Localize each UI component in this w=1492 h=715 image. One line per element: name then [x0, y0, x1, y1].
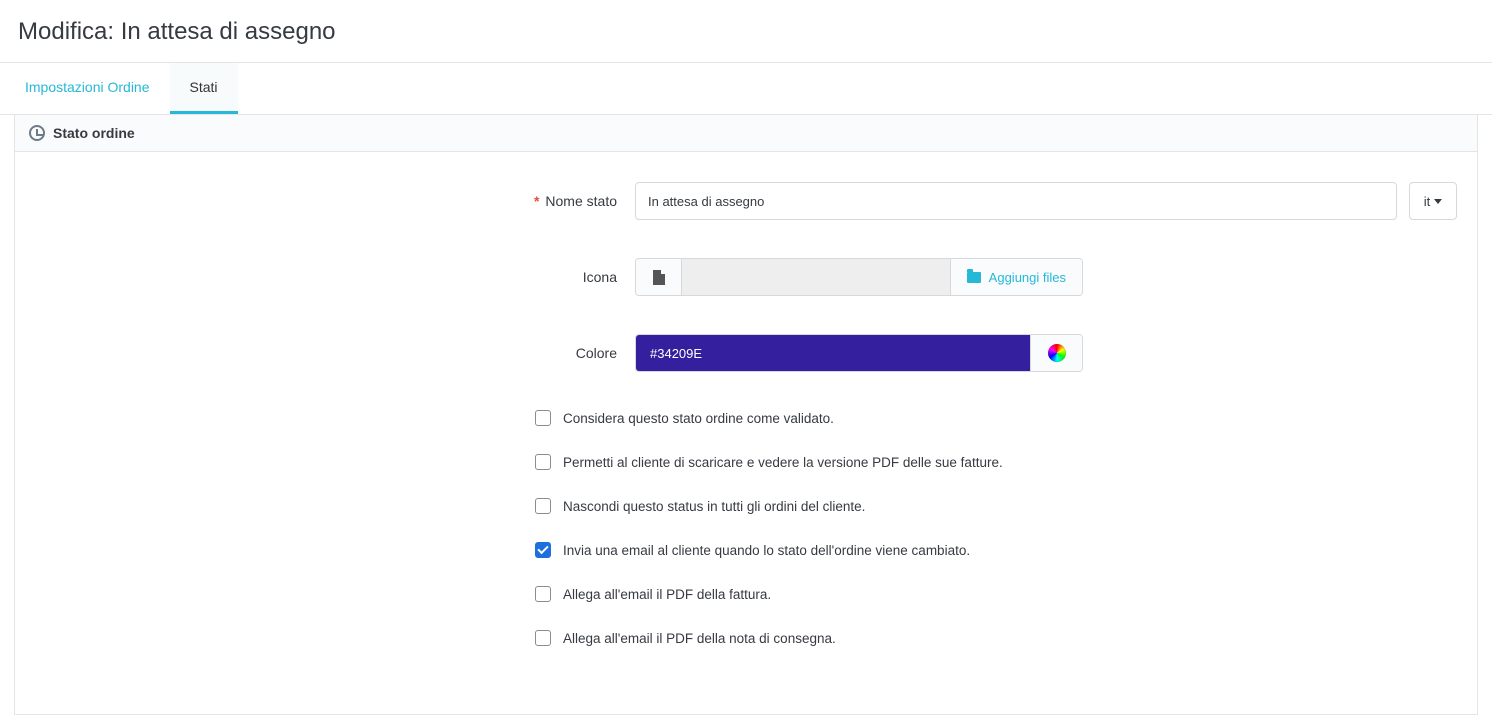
icon-file-input[interactable]: [682, 259, 950, 295]
checkbox-label-send-email: Invia una email al cliente quando lo sta…: [563, 543, 970, 558]
panel-body: * Nome stato it Icona: [14, 152, 1478, 715]
label-text-icon: Icona: [583, 269, 617, 285]
language-selector-button[interactable]: it: [1409, 182, 1457, 220]
panel-title: Stato ordine: [53, 125, 135, 141]
language-code: it: [1424, 194, 1431, 209]
checkbox-row-validated: Considera questo stato ordine come valid…: [535, 410, 1457, 426]
checkbox-row-pdf-download: Permetti al cliente di scaricare e veder…: [535, 454, 1457, 470]
checkbox-send-email[interactable]: [535, 542, 551, 558]
panel-order-status: Stato ordine * Nome stato it Icona: [14, 115, 1478, 715]
color-wheel-icon: [1048, 344, 1066, 362]
checkbox-row-attach-delivery: Allega all'email il PDF della nota di co…: [535, 630, 1457, 646]
row-icon: Icona Aggiungi files: [35, 258, 1457, 296]
checkbox-attach-delivery[interactable]: [535, 630, 551, 646]
label-text-color: Colore: [576, 345, 617, 361]
file-icon: [653, 270, 665, 285]
checkbox-validated[interactable]: [535, 410, 551, 426]
icon-input-group: Aggiungi files: [635, 258, 1083, 296]
clock-icon: [29, 125, 45, 141]
tabs: Impostazioni Ordine Stati: [0, 62, 1492, 115]
checkbox-attach-invoice[interactable]: [535, 586, 551, 602]
panel-header: Stato ordine: [14, 115, 1478, 152]
checkbox-row-hide-status: Nascondi questo status in tutti gli ordi…: [535, 498, 1457, 514]
label-text-status-name: Nome stato: [545, 193, 617, 209]
add-files-label: Aggiungi files: [989, 270, 1066, 285]
caret-down-icon: [1434, 199, 1442, 204]
label-color: Colore: [35, 345, 635, 361]
checkbox-row-attach-invoice: Allega all'email il PDF della fattura.: [535, 586, 1457, 602]
checkbox-label-pdf-download: Permetti al cliente di scaricare e veder…: [563, 455, 1003, 470]
checkbox-pdf-download[interactable]: [535, 454, 551, 470]
color-picker-button[interactable]: [1030, 335, 1082, 371]
status-name-input[interactable]: [635, 182, 1397, 220]
icon-preview: [636, 259, 682, 295]
page-title: Modifica: In attesa di assegno: [0, 0, 1492, 62]
checkbox-hide-status[interactable]: [535, 498, 551, 514]
label-status-name: * Nome stato: [35, 193, 635, 209]
folder-open-icon: [967, 272, 981, 283]
color-input[interactable]: [636, 335, 1030, 371]
checkbox-row-send-email: Invia una email al cliente quando lo sta…: [535, 542, 1457, 558]
row-color: Colore: [35, 334, 1457, 372]
checkbox-label-attach-invoice: Allega all'email il PDF della fattura.: [563, 587, 771, 602]
add-files-button[interactable]: Aggiungi files: [950, 259, 1082, 295]
checkbox-section: Considera questo stato ordine come valid…: [35, 410, 1457, 646]
required-marker: *: [534, 193, 539, 209]
row-status-name: * Nome stato it: [35, 182, 1457, 220]
checkbox-label-validated: Considera questo stato ordine come valid…: [563, 411, 834, 426]
label-icon: Icona: [35, 269, 635, 285]
tab-order-settings[interactable]: Impostazioni Ordine: [5, 63, 170, 114]
checkbox-label-attach-delivery: Allega all'email il PDF della nota di co…: [563, 631, 836, 646]
checkbox-label-hide-status: Nascondi questo status in tutti gli ordi…: [563, 499, 865, 514]
color-input-group: [635, 334, 1083, 372]
tab-statuses[interactable]: Stati: [170, 63, 238, 114]
